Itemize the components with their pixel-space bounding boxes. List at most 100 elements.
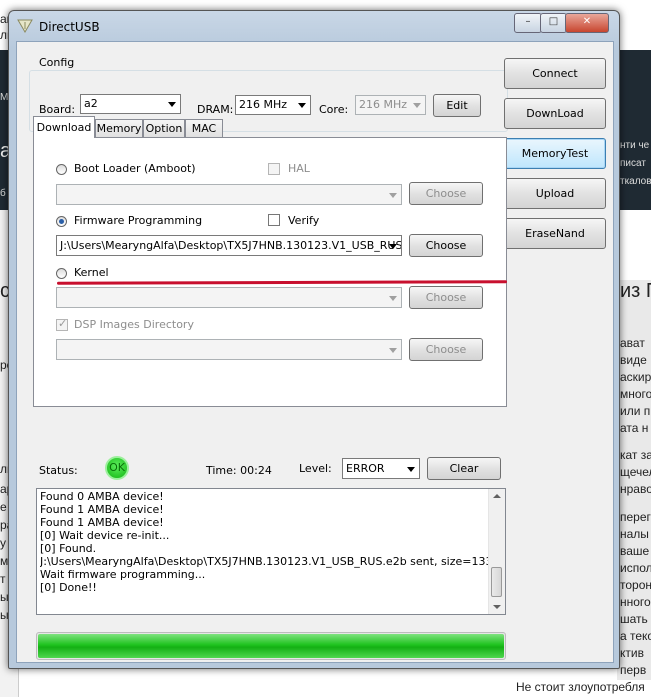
firmware-radio[interactable] xyxy=(56,216,67,227)
board-label: Board: xyxy=(39,103,76,116)
dsp-checkbox[interactable] xyxy=(56,317,68,331)
dram-select[interactable]: 216 MHz xyxy=(235,95,311,115)
log-scrollbar[interactable] xyxy=(488,489,505,614)
level-select[interactable]: ERROR xyxy=(342,458,420,479)
upload-button[interactable]: Upload xyxy=(504,178,606,209)
log-lines: Found 0 AMBA device! Found 1 AMBA device!… xyxy=(40,490,488,594)
core-label: Core: xyxy=(319,103,349,116)
progress-bar xyxy=(36,632,506,660)
hal-label: HAL xyxy=(288,162,310,175)
board-select[interactable]: a2 xyxy=(80,94,181,114)
bg-text: м xyxy=(0,554,9,568)
tab-mac[interactable]: MAC xyxy=(185,119,223,137)
level-select-value: ERROR xyxy=(346,462,385,475)
app-icon xyxy=(17,19,33,33)
minimize-button[interactable]: – xyxy=(514,13,542,33)
download-tab-panel: Boot Loader (Amboot) HAL Choose Firmware… xyxy=(33,137,507,407)
dram-select-value: 216 MHz xyxy=(239,98,288,111)
hal-checkbox[interactable] xyxy=(268,163,280,175)
log-output[interactable]: Found 0 AMBA device! Found 1 AMBA device!… xyxy=(36,488,506,615)
ok-status-indicator: OK xyxy=(105,456,129,480)
bg-text: е xyxy=(0,500,7,514)
kernel-path-select[interactable] xyxy=(56,287,402,308)
bg-text: налы xyxy=(620,527,649,541)
bg-text: б xyxy=(0,188,6,199)
bg-text: ткалов xyxy=(620,176,651,187)
close-button[interactable]: ✕ xyxy=(565,13,609,33)
log-line: J:\Users\MearyngAlfa\Desktop\TX5J7HNB.13… xyxy=(40,555,488,568)
tab-memory[interactable]: Memory xyxy=(95,119,143,137)
chevron-down-icon xyxy=(413,103,421,108)
bg-bottom-text: Не стоит злоупотребля xyxy=(516,680,645,694)
boot-loader-choose-button[interactable]: Choose xyxy=(409,182,483,205)
log-line: Found 1 AMBA device! xyxy=(40,503,164,516)
maximize-button[interactable]: □ xyxy=(540,13,567,33)
progress-bar-fill xyxy=(38,634,504,658)
verify-label: Verify xyxy=(288,214,320,227)
boot-loader-radio[interactable] xyxy=(56,164,67,175)
firmware-choose-button[interactable]: Choose xyxy=(409,234,483,257)
chevron-down-icon xyxy=(407,466,415,472)
kernel-label: Kernel xyxy=(74,266,109,279)
scroll-down-icon[interactable] xyxy=(493,605,501,609)
memorytest-button[interactable]: MemoryTest xyxy=(504,138,606,169)
bg-text: нти че xyxy=(620,140,650,151)
dsp-label: DSP Images Directory xyxy=(74,318,194,331)
bg-text: ават xyxy=(620,336,645,350)
log-line: [0] Done!! xyxy=(40,581,97,594)
bg-text: ата н xyxy=(620,421,649,435)
bg-text: кат за xyxy=(620,448,651,462)
connect-button[interactable]: Connect xyxy=(504,58,606,89)
bg-text: т xyxy=(0,572,6,586)
log-line: [0] Wait device re-init... xyxy=(40,529,170,542)
bg-text: испол xyxy=(620,561,651,575)
bg-text: ктив xyxy=(620,646,644,660)
dsp-choose-button[interactable]: Choose xyxy=(409,338,483,361)
bg-text: нного xyxy=(620,595,651,609)
directusb-window: DirectUSB – □ ✕ Config Board: a2 DRAM: 2… xyxy=(8,10,620,669)
chevron-down-icon xyxy=(389,347,397,353)
firmware-path-value: J:\Users\MearyngAlfa\Desktop\TX5J7HNB.13… xyxy=(60,239,402,252)
bg-text: нраво xyxy=(620,482,651,496)
time-label: Time: 00:24 xyxy=(206,464,272,477)
verify-checkbox[interactable] xyxy=(268,214,280,226)
log-line: Wait firmware programming... xyxy=(40,568,206,581)
status-label: Status: xyxy=(39,464,78,477)
dram-label: DRAM: xyxy=(197,103,234,116)
window-title: DirectUSB xyxy=(39,20,100,34)
title-bar[interactable]: DirectUSB – □ ✕ xyxy=(9,11,619,41)
bg-text: перв xyxy=(620,663,647,677)
log-scroll-thumb[interactable] xyxy=(491,567,502,597)
bg-text: или п xyxy=(620,404,651,418)
log-line: [0] Found. xyxy=(40,542,97,555)
bg-text: писат xyxy=(620,158,646,169)
tab-download[interactable]: Download xyxy=(33,116,95,138)
ok-status-text: OK xyxy=(109,461,125,474)
core-select[interactable]: 216 MHz xyxy=(355,95,426,115)
chevron-down-icon xyxy=(168,102,176,107)
edit-button[interactable]: Edit xyxy=(433,94,481,117)
boot-loader-path-select[interactable] xyxy=(56,184,402,205)
kernel-radio[interactable] xyxy=(56,268,67,279)
firmware-path-select[interactable]: J:\Users\MearyngAlfa\Desktop\TX5J7HNB.13… xyxy=(56,235,402,256)
chevron-down-icon xyxy=(389,192,397,198)
bg-text: ваше xyxy=(620,544,650,558)
bg-text: много xyxy=(620,387,651,401)
download-button[interactable]: DownLoad xyxy=(504,98,606,129)
chevron-down-icon xyxy=(389,295,397,301)
chevron-down-icon xyxy=(298,103,306,108)
bg-text: торон xyxy=(620,578,651,592)
board-select-value: a2 xyxy=(84,97,98,110)
kernel-choose-button[interactable]: Choose xyxy=(409,286,483,309)
tab-option[interactable]: Option xyxy=(143,119,185,137)
bg-text: шать xyxy=(620,612,648,626)
bg-text: виде xyxy=(620,353,647,367)
log-line: Found 0 AMBA device! xyxy=(40,490,164,503)
scroll-up-icon[interactable] xyxy=(493,494,501,498)
config-group-label: Config xyxy=(39,56,75,69)
erasenand-button[interactable]: EraseNand xyxy=(504,218,606,249)
bg-text: а теко xyxy=(620,629,651,643)
bg-text: щечел xyxy=(620,465,651,479)
clear-button[interactable]: Clear xyxy=(427,457,501,480)
dsp-path-select[interactable] xyxy=(56,339,402,360)
